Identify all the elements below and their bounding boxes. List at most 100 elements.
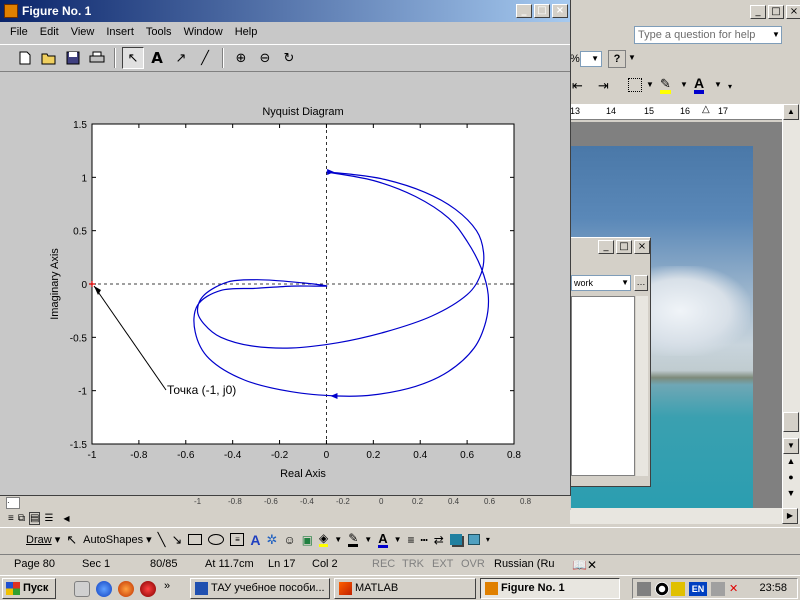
show-desktop-icon[interactable] — [74, 581, 90, 597]
tray-network-icon[interactable] — [655, 582, 669, 596]
scroll-down-button[interactable]: ▼ — [783, 438, 799, 454]
indent-icon[interactable]: ⇥ — [598, 78, 609, 94]
draw-menu-button[interactable]: Draw ▾ — [26, 533, 60, 546]
scroll-left-button[interactable]: ◀ — [63, 514, 69, 523]
zoom-dropdown[interactable]: ▼ — [580, 51, 602, 67]
zoom-in-icon[interactable]: ⊕ — [230, 47, 252, 69]
quick-launch-more-icon[interactable]: » — [164, 580, 170, 592]
picture-icon[interactable]: ▣ — [302, 533, 313, 547]
scroll-thumb[interactable] — [783, 412, 799, 432]
help-icon[interactable]: ? — [608, 50, 626, 68]
indent-marker-icon[interactable]: △ — [702, 104, 710, 115]
status-ext[interactable]: EXT — [432, 558, 453, 570]
normal-view-icon[interactable]: ≡ — [8, 513, 14, 524]
highlight-icon[interactable]: ✎ — [660, 77, 671, 94]
line-color-icon[interactable]: ✎ — [348, 532, 359, 547]
status-rec[interactable]: REC — [372, 558, 395, 570]
arrow-icon[interactable]: ↘ — [172, 532, 183, 548]
shadow-icon[interactable] — [449, 534, 462, 545]
save-icon[interactable] — [62, 47, 84, 69]
outline-view-icon[interactable]: ☰ — [44, 513, 53, 524]
status-ovr[interactable]: OVR — [461, 558, 485, 570]
tray-volume-icon[interactable] — [671, 582, 685, 596]
line-icon[interactable]: ╱ — [194, 47, 216, 69]
wordart-icon[interactable]: A — [250, 532, 260, 548]
help-dropdown-icon[interactable]: ▼ — [770, 27, 782, 43]
print-icon[interactable] — [86, 47, 108, 69]
autoshapes-menu-button[interactable]: AutoShapes ▾ — [83, 533, 152, 546]
fill-color-icon[interactable]: ◈ — [319, 532, 329, 547]
prev-page-icon[interactable]: ▲ — [783, 456, 799, 472]
zoom-out-icon[interactable]: ⊖ — [254, 47, 276, 69]
dash-style-icon[interactable]: ┅ — [421, 533, 428, 547]
scroll-right-button[interactable]: ▶ — [782, 508, 798, 524]
rectangle-icon[interactable] — [188, 534, 203, 545]
status-trk[interactable]: TRK — [402, 558, 424, 570]
toolbar-options-icon[interactable]: ▾ — [728, 82, 732, 91]
language-indicator[interactable]: EN — [689, 582, 707, 596]
minimize-button[interactable]: _ — [598, 240, 614, 254]
chevron-down-icon[interactable]: ▼ — [394, 535, 402, 544]
new-file-icon[interactable] — [14, 47, 36, 69]
chevron-down-icon[interactable]: ▼ — [646, 80, 654, 89]
line-icon[interactable]: ╲ — [158, 532, 166, 548]
line-style-icon[interactable]: ≡ — [408, 533, 415, 547]
print-view-icon[interactable]: ▤ — [28, 511, 41, 525]
close-button[interactable]: × — [634, 240, 650, 254]
chevron-down-icon[interactable]: ▼ — [680, 80, 688, 89]
minimize-button[interactable]: _ — [516, 4, 532, 18]
clipart-icon[interactable]: ☺ — [283, 533, 295, 547]
next-page-icon[interactable]: ▼ — [783, 488, 799, 504]
workspace-combo[interactable]: work ▼ — [571, 275, 631, 291]
chevron-down-icon[interactable]: ▼ — [628, 53, 636, 62]
select-objects-icon[interactable]: ↖ — [66, 532, 77, 548]
menu-file[interactable]: File — [4, 26, 34, 38]
menu-insert[interactable]: Insert — [100, 26, 140, 38]
start-button[interactable]: Пуск — [2, 578, 56, 599]
diagram-icon[interactable]: ✲ — [267, 532, 278, 548]
internet-explorer-icon[interactable] — [96, 581, 112, 597]
horizontal-scrollbar[interactable]: ▶ — [570, 508, 800, 524]
spelling-status-icon[interactable]: 📖✕ — [572, 558, 597, 572]
tray-app-icon[interactable] — [637, 582, 651, 596]
open-folder-icon[interactable] — [38, 47, 60, 69]
task-word[interactable]: ТАУ учебное пособи... — [190, 578, 330, 599]
help-search-input[interactable]: Type a question for help — [634, 26, 782, 44]
border-icon[interactable] — [628, 78, 642, 92]
arrow-icon[interactable]: ↗ — [170, 47, 192, 69]
media-player-icon[interactable] — [140, 581, 156, 597]
chevron-down-icon[interactable]: ▼ — [334, 535, 342, 544]
web-view-icon[interactable]: ⧉ — [18, 513, 25, 524]
menu-tools[interactable]: Tools — [140, 26, 178, 38]
3d-icon[interactable] — [467, 534, 480, 545]
browse-button[interactable]: … — [634, 275, 648, 291]
maximize-button[interactable]: □ — [534, 4, 550, 18]
chevron-down-icon[interactable]: ▼ — [714, 80, 722, 89]
chevron-down-icon[interactable]: ▼ — [364, 535, 372, 544]
chevron-down-icon[interactable]: ▼ — [621, 276, 629, 290]
menu-help[interactable]: Help — [229, 26, 264, 38]
oval-icon[interactable] — [208, 534, 225, 545]
maximize-button[interactable]: □ — [616, 240, 632, 254]
close-button[interactable]: × — [552, 4, 568, 18]
workspace-list[interactable] — [571, 296, 635, 476]
tray-alert-icon[interactable]: ✕ — [729, 582, 743, 596]
text-box-icon[interactable]: ≡ — [230, 533, 245, 546]
scroll-up-button[interactable]: ▲ — [783, 104, 799, 120]
font-color-icon[interactable]: A — [694, 76, 705, 94]
text-icon[interactable]: A — [146, 47, 168, 69]
menu-view[interactable]: View — [65, 26, 101, 38]
tray-security-icon[interactable] — [711, 582, 725, 596]
rotate-icon[interactable]: ↻ — [278, 47, 300, 69]
vertical-scrollbar[interactable]: ▲ ▼ ▲ ● ▼ — [782, 104, 800, 508]
toolbar-options-icon[interactable]: ▾ — [486, 535, 490, 544]
menu-window[interactable]: Window — [178, 26, 229, 38]
minimize-button[interactable]: _ — [750, 5, 766, 19]
menu-edit[interactable]: Edit — [34, 26, 65, 38]
outdent-icon[interactable]: ⇤ — [572, 78, 583, 94]
task-matlab[interactable]: MATLAB — [334, 578, 476, 599]
font-color-icon[interactable]: A — [378, 532, 388, 548]
browse-object-icon[interactable]: ● — [783, 472, 799, 488]
select-arrow-icon[interactable]: ↖ — [122, 47, 144, 69]
arrow-style-icon[interactable]: ⇄ — [434, 533, 444, 547]
